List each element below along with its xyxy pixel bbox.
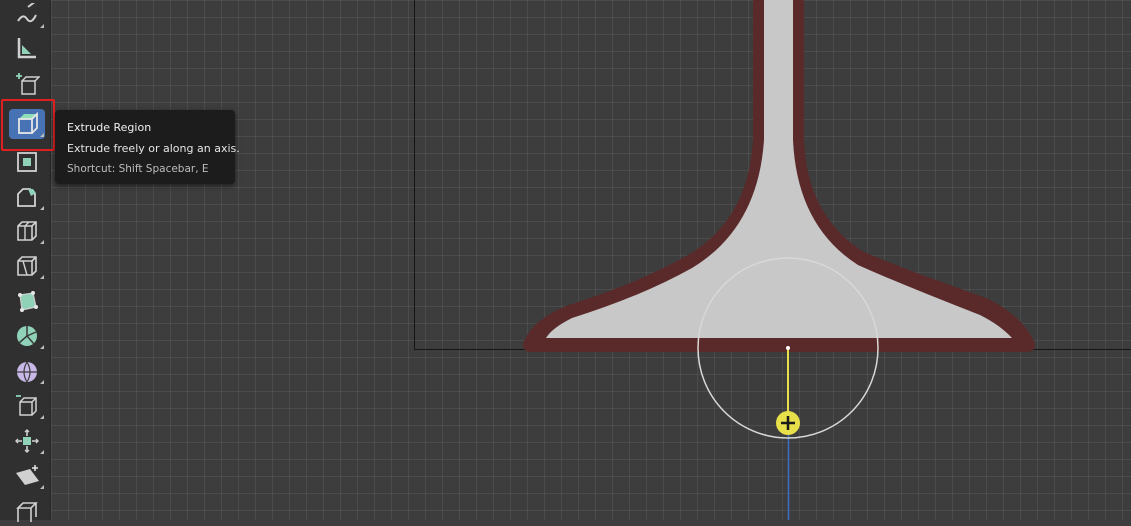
tool-smooth[interactable] <box>9 356 45 386</box>
tool-shear[interactable] <box>9 461 45 491</box>
tool-edge-slide[interactable] <box>9 391 45 421</box>
viewport-scene <box>414 0 1131 520</box>
spin-icon <box>14 323 40 349</box>
bevel-icon <box>14 184 40 210</box>
tool-inset-faces[interactable] <box>9 147 45 177</box>
tool-loop-cut[interactable] <box>9 216 45 246</box>
tool-shelf <box>0 0 51 522</box>
poly-build-icon <box>14 288 40 314</box>
knife-icon <box>14 253 40 279</box>
edge-slide-icon <box>14 393 40 419</box>
shear-icon <box>13 463 41 489</box>
3d-viewport[interactable] <box>0 0 1131 520</box>
tool-poly-build[interactable] <box>9 286 45 316</box>
annotate-icon <box>14 3 40 27</box>
rip-region-icon <box>14 498 40 524</box>
tool-annotate[interactable] <box>9 0 45 30</box>
shrink-fatten-icon <box>14 428 40 454</box>
loop-cut-icon <box>14 218 40 244</box>
tooltip-shortcut: Shortcut: Shift Spacebar, E <box>67 163 209 175</box>
smooth-icon <box>14 358 40 384</box>
pivot-point <box>786 346 790 350</box>
tool-knife[interactable] <box>9 251 45 281</box>
tool-spin[interactable] <box>9 321 45 351</box>
tool-add-cube[interactable] <box>9 70 45 100</box>
tool-tooltip: Extrude Region Extrude freely or along a… <box>55 110 240 184</box>
tool-rip-region[interactable] <box>9 496 45 526</box>
tooltip-description: Extrude freely or along an axis. <box>67 142 240 155</box>
measure-icon <box>14 35 40 61</box>
active-tool-highlight-box <box>1 99 55 151</box>
tool-shrink-fatten[interactable] <box>9 426 45 456</box>
extrude-handle-icon <box>776 411 800 435</box>
add-cube-icon <box>14 72 40 98</box>
tool-bevel[interactable] <box>9 182 45 212</box>
tool-measure[interactable] <box>9 33 45 63</box>
tooltip-title: Extrude Region <box>67 121 152 134</box>
inset-faces-icon <box>14 149 40 175</box>
